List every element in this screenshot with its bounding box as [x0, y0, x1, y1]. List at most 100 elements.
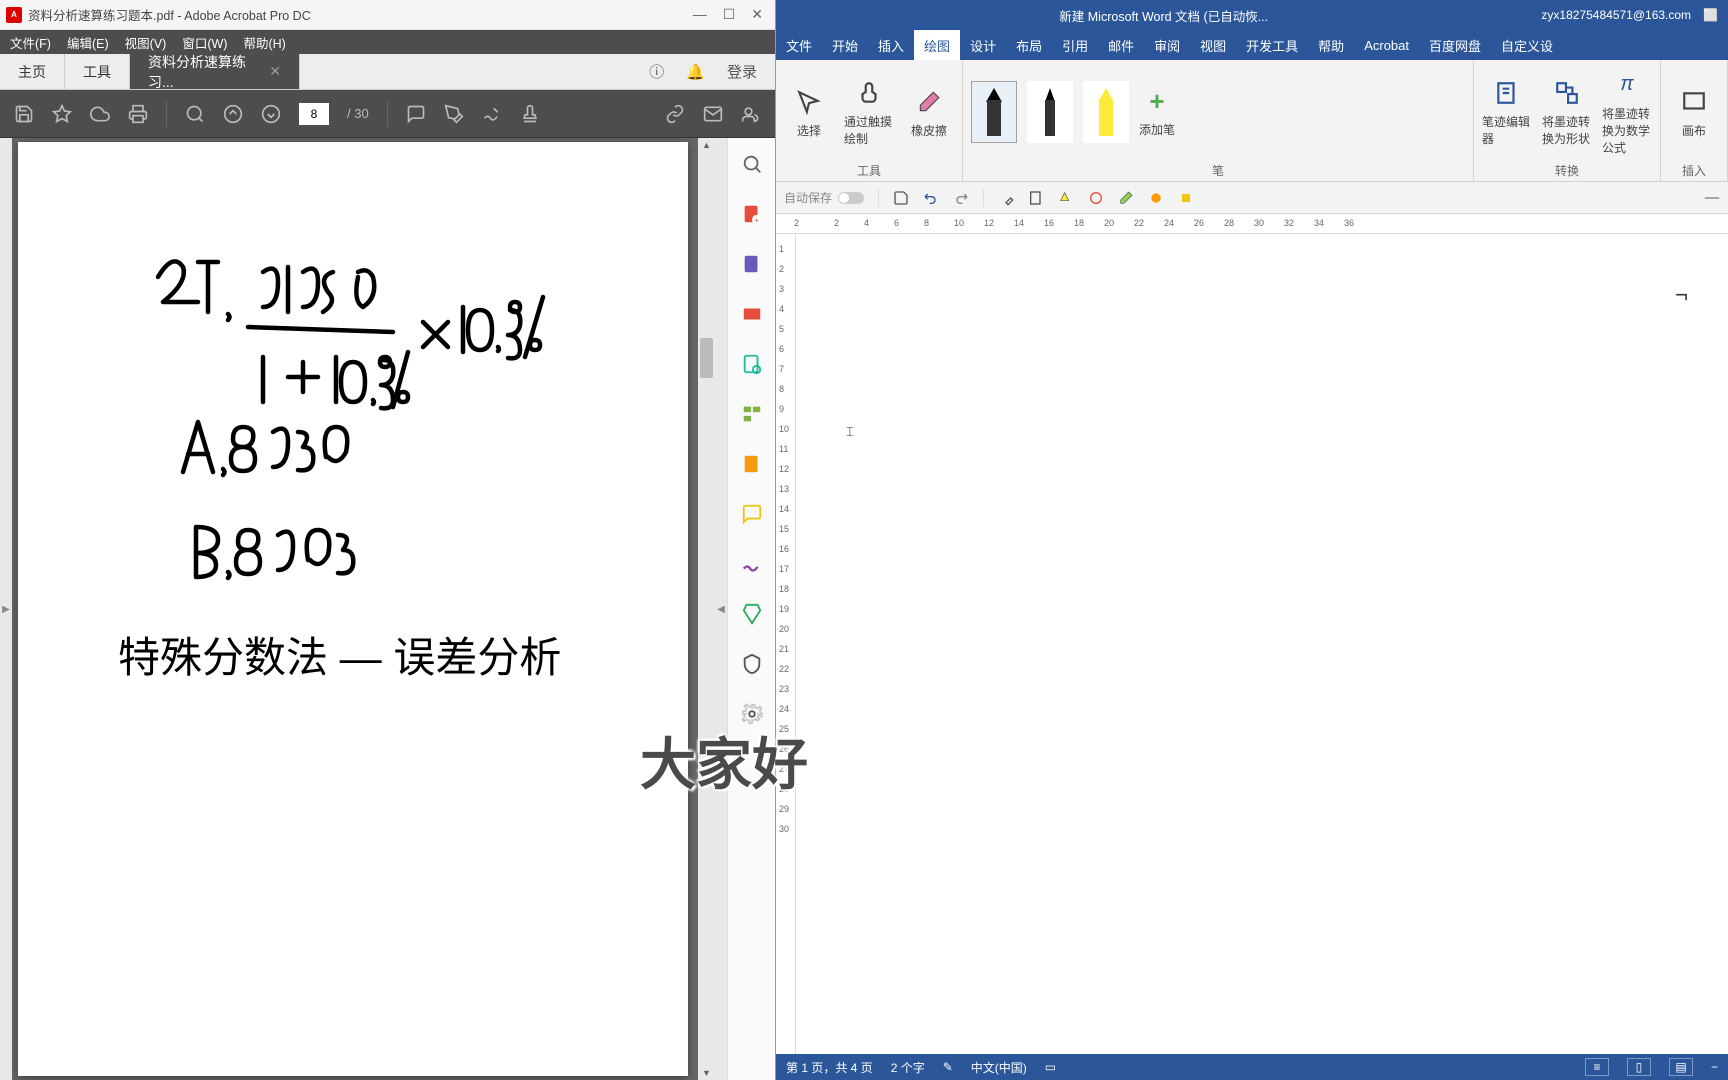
- horizontal-ruler[interactable]: 2 2 4 6 8 10 12 14 16 18 20 22 24 26 28 …: [776, 214, 1728, 234]
- tab-view[interactable]: 视图: [1190, 30, 1236, 60]
- menu-file[interactable]: 文件(F): [2, 30, 59, 55]
- scroll-thumb[interactable]: [700, 338, 713, 378]
- tab-home[interactable]: 主页: [0, 54, 65, 89]
- export-pdf-icon[interactable]: [740, 302, 764, 326]
- menu-edit[interactable]: 编辑(E): [59, 30, 117, 55]
- canvas-button[interactable]: 画布: [1669, 86, 1719, 139]
- status-language[interactable]: 中文(中国): [971, 1059, 1027, 1076]
- tab-design[interactable]: 设计: [960, 30, 1006, 60]
- minimize-button[interactable]: —: [693, 6, 707, 23]
- tab-file[interactable]: 文件: [776, 30, 822, 60]
- ink-to-shape-button[interactable]: 将墨迹转换为形状: [1542, 77, 1592, 147]
- link-icon[interactable]: [665, 104, 685, 124]
- send-tool-icon[interactable]: [740, 602, 764, 626]
- highlight-icon[interactable]: [444, 104, 464, 124]
- print-icon[interactable]: [128, 104, 148, 124]
- pen-black-thick[interactable]: [971, 81, 1017, 143]
- page-up-icon[interactable]: [223, 104, 243, 124]
- tab-insert[interactable]: 插入: [868, 30, 914, 60]
- page-down-icon[interactable]: [261, 104, 281, 124]
- maximize-button[interactable]: ☐: [723, 6, 736, 23]
- page-number-input[interactable]: [299, 103, 329, 125]
- word-page-canvas[interactable]: ⌶ ¬: [796, 234, 1728, 1054]
- view-read-icon[interactable]: ≡: [1585, 1058, 1609, 1076]
- right-pane-toggle[interactable]: ◀: [715, 138, 727, 1080]
- status-insert-icon[interactable]: ▭: [1045, 1060, 1056, 1074]
- comment-icon[interactable]: [406, 104, 426, 124]
- organize-icon[interactable]: [740, 402, 764, 426]
- edit-pdf-icon[interactable]: [740, 252, 764, 276]
- tab-customize[interactable]: 自定义设: [1491, 30, 1563, 60]
- login-link[interactable]: 登录: [727, 61, 757, 82]
- cloud-icon[interactable]: [90, 104, 110, 124]
- tab-document[interactable]: 资料分析速算练习... ✕: [130, 54, 300, 89]
- tab-developer[interactable]: 开发工具: [1236, 30, 1308, 60]
- select-button[interactable]: 选择: [784, 86, 834, 139]
- touch-draw-button[interactable]: 通过触摸绘制: [844, 77, 894, 147]
- create-pdf-icon[interactable]: +: [740, 202, 764, 226]
- save-icon[interactable]: [14, 104, 34, 124]
- close-button[interactable]: ✕: [751, 6, 763, 23]
- enhance-icon[interactable]: [740, 452, 764, 476]
- left-pane-toggle[interactable]: ▶: [0, 138, 12, 1080]
- star-icon[interactable]: [52, 104, 72, 124]
- search-tool-icon[interactable]: [740, 152, 764, 176]
- tab-help[interactable]: 帮助: [1308, 30, 1354, 60]
- tab-home[interactable]: 开始: [822, 30, 868, 60]
- highlight-qat-icon[interactable]: [1058, 190, 1074, 206]
- view-print-icon[interactable]: ▯: [1627, 1058, 1651, 1076]
- fill-sign-icon[interactable]: [740, 552, 764, 576]
- help-icon[interactable]: ⓘ: [649, 61, 664, 82]
- tab-baidu[interactable]: 百度网盘: [1419, 30, 1491, 60]
- stamp-icon[interactable]: [520, 104, 540, 124]
- zoom-icon[interactable]: [185, 104, 205, 124]
- pen-black-thin[interactable]: [1027, 81, 1073, 143]
- tab-draw[interactable]: 绘图: [914, 30, 960, 60]
- sign-icon[interactable]: [482, 104, 502, 124]
- pen-qat-icon[interactable]: [998, 190, 1014, 206]
- bell-icon[interactable]: 🔔: [686, 63, 705, 81]
- account-label[interactable]: zyx18275484571@163.com: [1541, 8, 1691, 22]
- vertical-scrollbar[interactable]: ▲ ▼: [698, 138, 715, 1080]
- autosave-toggle[interactable]: 自动保存: [784, 189, 864, 206]
- pen-yellow-highlighter[interactable]: [1083, 81, 1129, 143]
- comment-icon2[interactable]: [740, 502, 764, 526]
- protect-icon[interactable]: [740, 652, 764, 676]
- note-qat-icon[interactable]: [1028, 190, 1044, 206]
- page-viewport[interactable]: 特殊分数法 — 误差分析: [12, 138, 698, 1080]
- scroll-down-arrow[interactable]: ▼: [698, 1068, 715, 1078]
- zoom-out-button[interactable]: −: [1711, 1060, 1718, 1074]
- line-style-icon[interactable]: [1704, 190, 1720, 206]
- vertical-ruler[interactable]: 1 2 3 4 5 6 7 8 9 10 11 12 13 14 15 16 1…: [776, 234, 796, 1054]
- color-qat-icon[interactable]: [1148, 190, 1164, 206]
- tab-layout[interactable]: 布局: [1006, 30, 1052, 60]
- redo-icon[interactable]: [953, 190, 969, 206]
- view-web-icon[interactable]: ▤: [1669, 1058, 1693, 1076]
- ink-to-math-button[interactable]: π 将墨迹转换为数学公式: [1602, 69, 1652, 156]
- mail-icon[interactable]: [703, 104, 723, 124]
- comment-tool-icon[interactable]: [740, 352, 764, 376]
- status-spellcheck-icon[interactable]: ✎: [943, 1060, 953, 1074]
- scroll-up-arrow[interactable]: ▲: [698, 140, 715, 150]
- shape-qat-icon[interactable]: [1088, 190, 1104, 206]
- tab-mailings[interactable]: 邮件: [1098, 30, 1144, 60]
- toggle-switch-icon[interactable]: [838, 192, 864, 204]
- undo-icon[interactable]: [923, 190, 939, 206]
- tab-tools[interactable]: 工具: [65, 54, 130, 89]
- status-page[interactable]: 第 1 页，共 4 页: [786, 1059, 873, 1076]
- more-qat-icon[interactable]: [1178, 190, 1194, 206]
- tab-review[interactable]: 审阅: [1144, 30, 1190, 60]
- window-control-icon[interactable]: ⬜: [1703, 8, 1718, 22]
- ink-editor-button[interactable]: 笔迹编辑器: [1482, 77, 1532, 147]
- status-wordcount[interactable]: 2 个字: [891, 1059, 925, 1076]
- save-icon[interactable]: [893, 190, 909, 206]
- word-title-text: 新建 Microsoft Word 文档 (已自动恢...: [786, 6, 1541, 25]
- more-tools-icon[interactable]: [740, 702, 764, 726]
- share-icon[interactable]: [741, 104, 761, 124]
- eraser-qat-icon[interactable]: [1118, 190, 1134, 206]
- tab-references[interactable]: 引用: [1052, 30, 1098, 60]
- tab-acrobat[interactable]: Acrobat: [1354, 30, 1419, 60]
- tab-close-icon[interactable]: ✕: [269, 63, 281, 80]
- add-pen-button[interactable]: + 添加笔: [1139, 86, 1175, 138]
- eraser-button[interactable]: 橡皮擦: [904, 86, 954, 139]
